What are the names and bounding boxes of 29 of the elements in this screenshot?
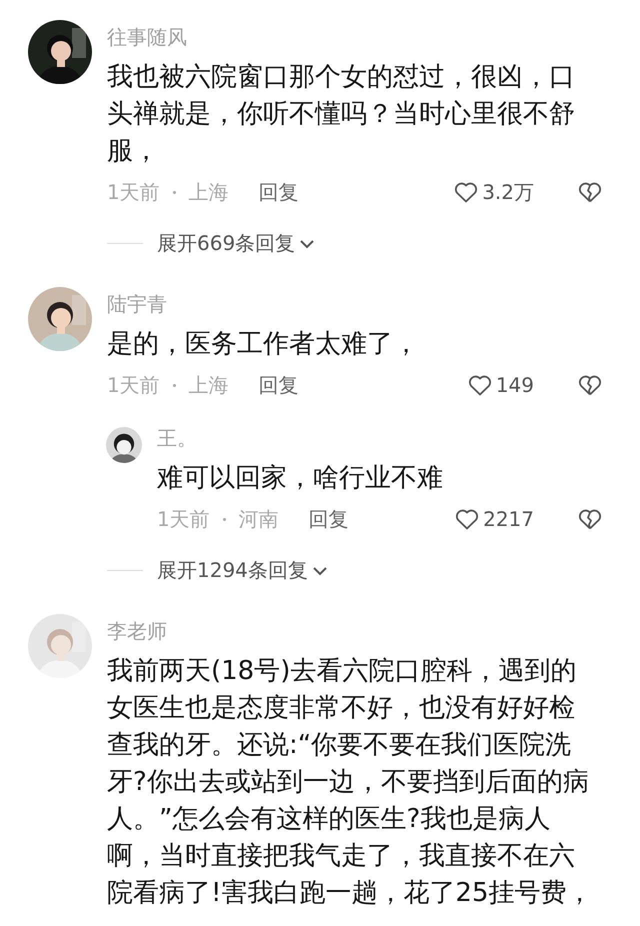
broken-heart-icon[interactable]	[578, 374, 602, 396]
like-button[interactable]: 2217	[455, 507, 534, 531]
comment-location: 河南	[238, 506, 279, 532]
comment-location: 上海	[188, 178, 229, 206]
comment-text: 我前两天(18号)去看六院口腔科，遇到的女医生也是态度非常不好，也没有好好检查我的牙。还说:“你要不要在我们医院洗牙?你出去或站到一边，不要挡到后面的病人。”怎么会有这样的医生?我也是病人啊，当时直接把我气走了，我直接不在六院看病了!害我白跑一趟，花了25挂号费，	[107, 655, 594, 910]
heart-icon	[468, 374, 492, 396]
reply-button[interactable]: 回复	[258, 372, 299, 398]
reply-button[interactable]: 回复	[308, 506, 349, 532]
comment-text: 我也被六院窗口那个女的怼过，很凶，口头禅就是，你听不懂吗？当时心里很不舒服，	[107, 61, 576, 168]
comment-text: 难可以回家，啥行业不难	[157, 462, 444, 495]
separator-dot	[222, 518, 226, 520]
broken-heart-icon[interactable]	[578, 181, 602, 203]
heart-icon	[455, 508, 480, 530]
reply-button[interactable]: 回复	[258, 178, 299, 206]
like-button[interactable]: 149	[468, 373, 534, 397]
comment-time: 1天前	[157, 506, 210, 532]
separator-dot	[172, 190, 176, 194]
comment-time: 1天前	[107, 178, 160, 206]
comment-text: 是的，医务工作者太难了，	[107, 328, 420, 361]
heart-icon	[454, 181, 478, 203]
chevron-down-icon	[299, 238, 316, 248]
comment-time: 1天前	[107, 372, 160, 398]
comment-location: 上海	[188, 372, 229, 398]
separator-dot	[172, 384, 176, 386]
chevron-down-icon	[312, 566, 328, 576]
like-button[interactable]: 3.2万	[454, 178, 534, 206]
expand-replies-button[interactable]: 展开669条回复	[157, 230, 316, 257]
broken-heart-icon[interactable]	[578, 508, 602, 530]
expand-replies-button[interactable]: 展开1294条回复	[157, 557, 328, 584]
